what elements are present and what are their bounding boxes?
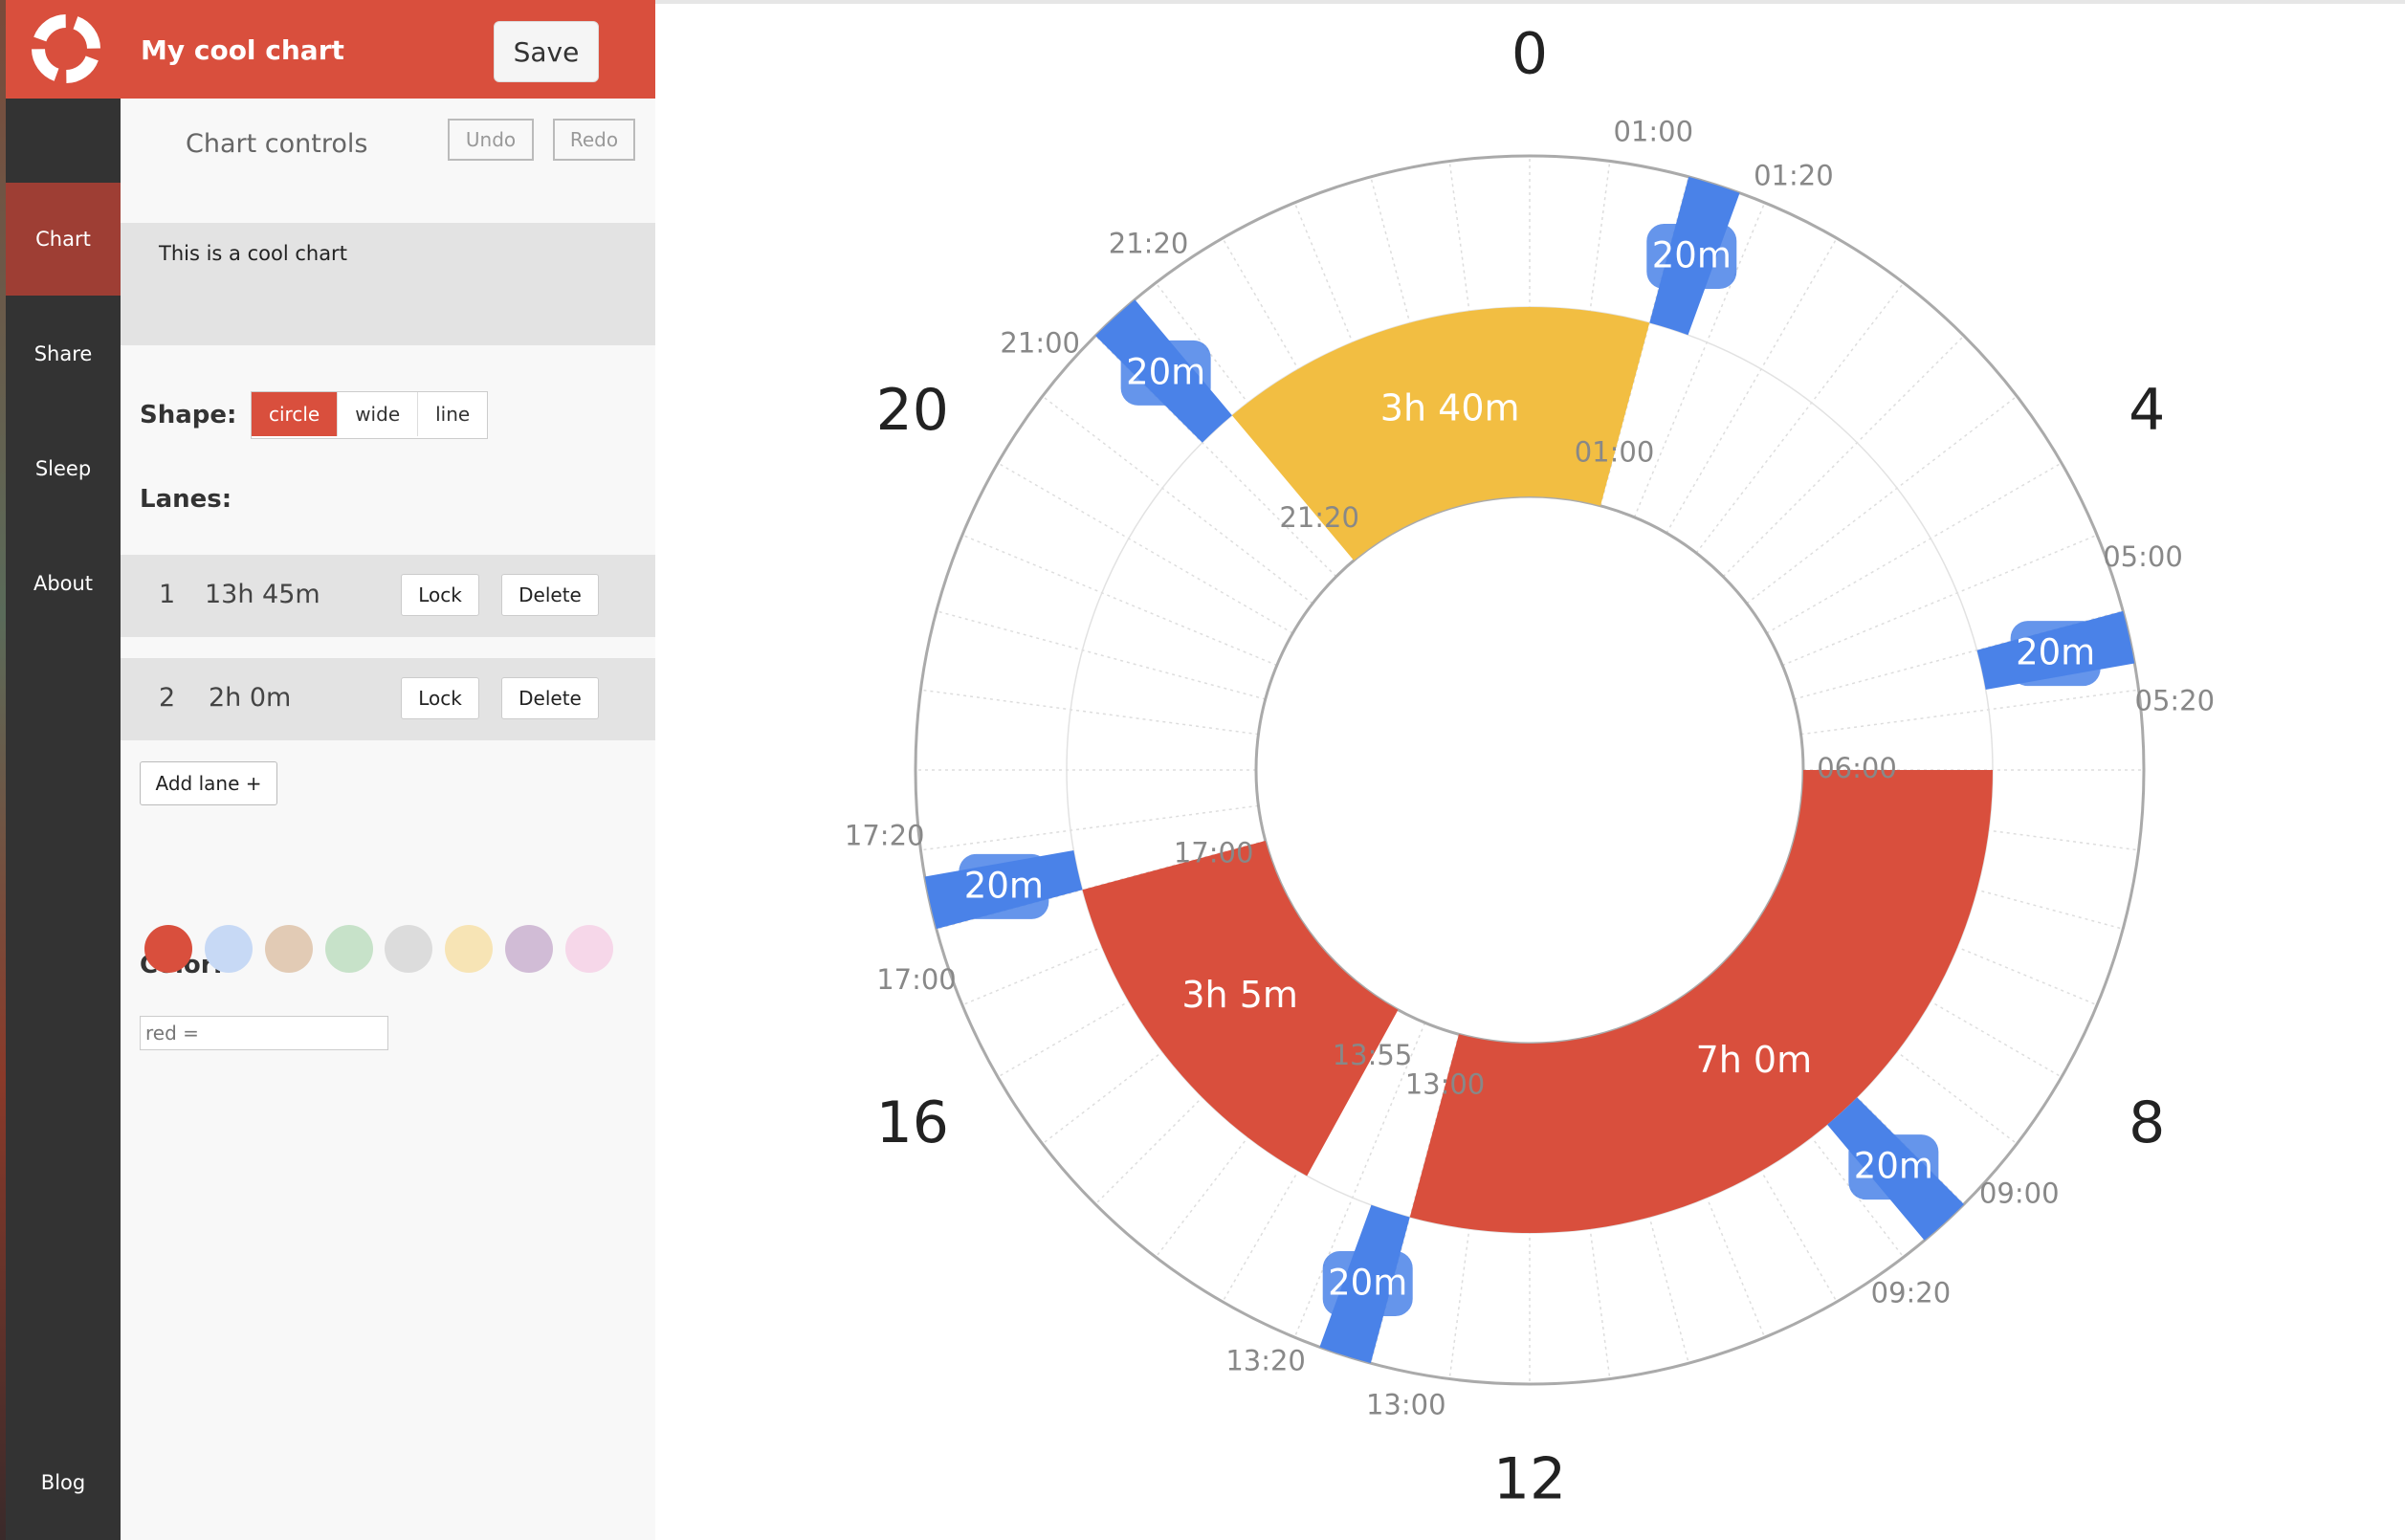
app-header: My cool chart Save xyxy=(6,0,655,99)
block-start-time: 06:00 xyxy=(1817,752,1897,784)
lane-duration: 13h 45m xyxy=(205,580,320,609)
lane-number: 2 xyxy=(159,683,176,713)
color-swatch-purple[interactable] xyxy=(505,925,553,973)
lane-delete-button[interactable]: Delete xyxy=(501,677,599,719)
color-swatch-pink[interactable] xyxy=(565,925,613,973)
inner-ring xyxy=(1254,495,1805,1045)
color-swatch-gray[interactable] xyxy=(385,925,432,973)
color-swatch-red[interactable] xyxy=(144,925,192,973)
nap-start-time: 21:00 xyxy=(1000,326,1080,359)
color-swatch-blue[interactable] xyxy=(205,925,253,973)
lane-lock-button[interactable]: Lock xyxy=(401,677,479,719)
shape-line-option[interactable]: line xyxy=(418,392,487,436)
nap-duration-label: 20m xyxy=(964,865,1044,906)
hour-label: 8 xyxy=(2129,1089,2165,1156)
grid-spoke xyxy=(1766,462,2063,634)
nap-start-time: 09:00 xyxy=(1979,1177,2060,1210)
grid-spoke xyxy=(1695,282,1905,554)
grid-spoke xyxy=(936,610,1266,700)
hour-label: 4 xyxy=(2129,377,2165,444)
grid-spoke xyxy=(997,462,1293,634)
shape-label: Shape: xyxy=(140,401,237,429)
nap-start-time: 05:00 xyxy=(2103,540,2183,573)
controls-title: Chart controls xyxy=(186,129,368,159)
sidebar-item-chart[interactable]: Chart xyxy=(6,183,121,296)
nap-start-time: 01:00 xyxy=(1613,115,1693,147)
block-start-time: 21:20 xyxy=(1279,501,1359,534)
color-swatch-tan[interactable] xyxy=(265,925,313,973)
color-name-input[interactable] xyxy=(140,1016,388,1050)
block-end-time: 01:00 xyxy=(1575,436,1655,469)
nap-duration-label: 20m xyxy=(1652,235,1732,276)
block-duration-label: 3h 40m xyxy=(1380,387,1520,429)
nap-start-time: 17:00 xyxy=(876,963,957,996)
sidebar: Chart Share Sleep About Blog xyxy=(6,99,121,1540)
radial-sleep-chart[interactable]: 3h 40m 21:20 01:00 7h 0m 06:00 13:00 3h 5m 13:5… xyxy=(655,0,2405,1540)
hour-label: 20 xyxy=(876,377,949,444)
nap-duration-label: 20m xyxy=(1126,351,1205,392)
shape-wide-option[interactable]: wide xyxy=(338,392,419,436)
nap-start-time: 13:00 xyxy=(1366,1389,1446,1421)
grid-spoke xyxy=(1746,395,2018,605)
nap-end-time: 21:20 xyxy=(1109,227,1189,259)
app-title: My cool chart xyxy=(141,34,344,66)
block-end-time: 13:00 xyxy=(1405,1067,1486,1100)
lane-lock-button[interactable]: Lock xyxy=(401,574,479,616)
nap-duration-label: 20m xyxy=(1328,1262,1407,1303)
nap-end-time: 05:20 xyxy=(2135,684,2216,716)
sidebar-item-about[interactable]: About xyxy=(6,527,121,640)
nap-end-time: 13:20 xyxy=(1225,1344,1306,1376)
block-end-time: 17:00 xyxy=(1174,837,1254,869)
block-duration-label: 3h 5m xyxy=(1181,974,1298,1016)
shape-circle-option[interactable]: circle xyxy=(252,392,339,436)
sidebar-item-sleep[interactable]: Sleep xyxy=(6,412,121,525)
shape-selector: circle wide line xyxy=(251,391,489,439)
nap-end-time: 09:20 xyxy=(1871,1277,1952,1309)
lanes-label: Lanes: xyxy=(140,485,232,514)
nap-duration-label: 20m xyxy=(1854,1146,1933,1187)
hour-label: 12 xyxy=(1493,1446,1566,1513)
chart-controls-panel: Chart controls Undo Redo This is a cool … xyxy=(121,99,655,1540)
grid-spoke xyxy=(920,689,1259,736)
undo-button[interactable]: Undo xyxy=(448,119,534,161)
color-swatch-yellow[interactable] xyxy=(445,925,493,973)
save-button[interactable]: Save xyxy=(494,21,599,82)
nap-end-time: 17:20 xyxy=(845,820,925,852)
grid-spoke xyxy=(1722,335,1965,578)
lane-row: 1 13h 45m Lock Delete xyxy=(121,555,655,637)
lane-row: 2 2h 0m Lock Delete xyxy=(121,658,655,740)
nap-end-time: 01:20 xyxy=(1754,160,1834,192)
sidebar-item-blog[interactable]: Blog xyxy=(6,1426,121,1539)
redo-button[interactable]: Redo xyxy=(553,119,635,161)
lane-number: 1 xyxy=(159,580,176,609)
block-duration-label: 7h 0m xyxy=(1696,1039,1813,1081)
hour-label: 0 xyxy=(1511,21,1548,88)
sidebar-item-share[interactable]: Share xyxy=(6,297,121,410)
lane-duration: 2h 0m xyxy=(209,683,292,713)
block-start-time: 13:55 xyxy=(1333,1039,1413,1071)
nap-duration-label: 20m xyxy=(2016,632,2095,673)
add-lane-button[interactable]: Add lane + xyxy=(140,761,277,805)
grid-spoke xyxy=(1800,689,2139,736)
description-text: This is a cool chart xyxy=(159,242,347,265)
lane-delete-button[interactable]: Delete xyxy=(501,574,599,616)
hour-label: 16 xyxy=(876,1089,949,1156)
color-swatch-green[interactable] xyxy=(325,925,373,973)
logo-icon xyxy=(32,14,100,83)
